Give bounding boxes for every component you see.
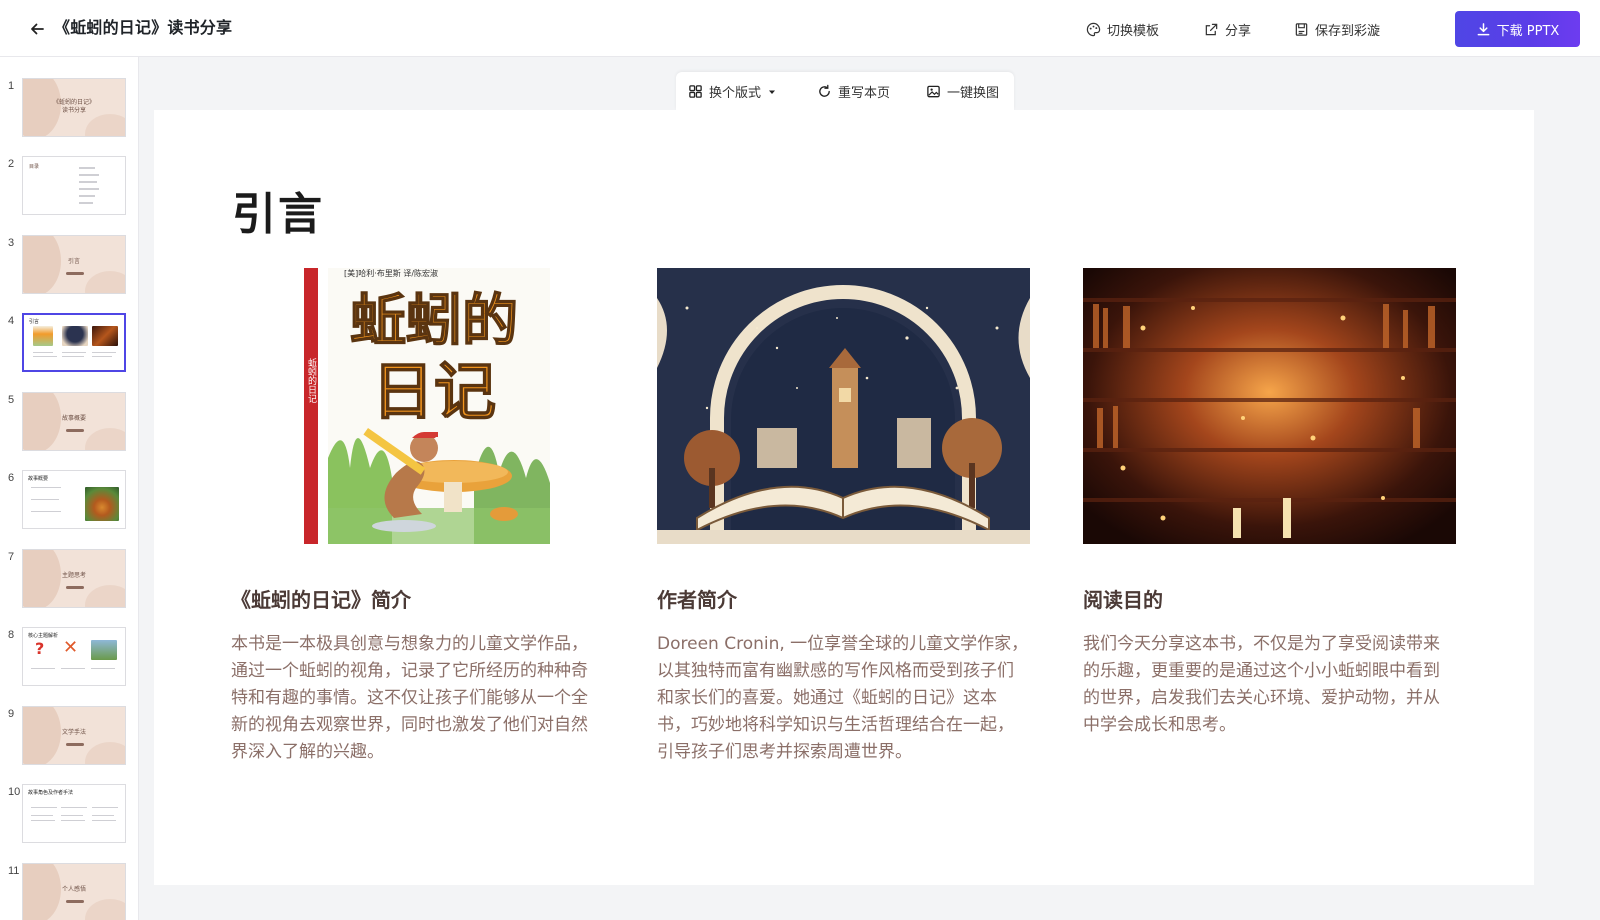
slide-thumbnail-row[interactable]: 6 故事概要 — [0, 468, 138, 538]
image-icon — [927, 85, 940, 98]
slide-thumbnail[interactable]: 核心主题解析 ? ✕ — [22, 627, 126, 686]
download-pptx-button[interactable]: 下载 PPTX — [1455, 11, 1580, 47]
slide-number: 8 — [8, 629, 15, 641]
slide-number: 5 — [8, 394, 15, 406]
slide-number: 10 — [8, 786, 21, 798]
slide-thumbnail[interactable]: 故事概要 — [22, 470, 126, 529]
slide-thumbnail[interactable]: 故事角色及作者手法 — [22, 784, 126, 843]
card-body-intro[interactable]: 本书是一本极具创意与想象力的儿童文学作品，通过一个蚯蚓的视角，记录了它所经历的种… — [231, 631, 603, 766]
thumbnail-text: 引言 — [67, 258, 80, 265]
top-bar: 《蚯蚓的日记》读书分享 切换模板 分享 保存到彩漩 下载 PPTX — [0, 0, 1600, 57]
slide-thumbnail[interactable]: 个人感悟 — [22, 863, 126, 920]
change-layout-button[interactable]: 换个版式 — [688, 82, 777, 101]
download-label: 下载 PPTX — [1496, 23, 1560, 39]
thumbnail-text: 引言 — [29, 319, 40, 325]
thumbnail-text: 主题思考 — [61, 572, 86, 579]
save-icon — [1295, 22, 1308, 36]
slide-thumbnail-row[interactable]: 7 主题思考 — [0, 547, 138, 617]
save-button[interactable]: 保存到彩漩 — [1294, 18, 1380, 40]
book-spine-text: 蚯蚓的日记 — [306, 358, 317, 403]
slide-number: 3 — [8, 237, 15, 249]
slide-thumbnail[interactable]: 文学手法 — [22, 706, 126, 765]
save-label: 保存到彩漩 — [1315, 23, 1381, 39]
slide-thumbnail-panel[interactable]: 1 《蚯蚓的日记》 读书分享 2 目录 3 引言 4 引言 5 故事概要 6 故… — [0, 57, 139, 920]
change-layout-label: 换个版式 — [709, 86, 762, 101]
slide-thumbnail[interactable]: 《蚯蚓的日记》 读书分享 — [22, 78, 126, 137]
replace-image-label: 一键换图 — [947, 86, 1000, 101]
rewrite-page-button[interactable]: 重写本页 — [817, 82, 890, 101]
switch-template-label: 切换模板 — [1107, 23, 1160, 39]
card-body-purpose[interactable]: 我们今天分享这本书，不仅是为了享受阅读带来的乐趣，更重要的是通过这个小小蚯蚓眼中… — [1083, 631, 1455, 739]
card-heading-intro[interactable]: 《蚯蚓的日记》简介 — [231, 584, 411, 613]
rewrite-page-label: 重写本页 — [838, 86, 891, 101]
slide-thumbnail-row[interactable]: 11 个人感悟 — [0, 861, 138, 920]
download-icon — [1477, 22, 1490, 35]
slide-thumbnail-active[interactable]: 引言 — [22, 313, 126, 372]
book-title-line2: 日记 — [372, 355, 496, 428]
card-heading-purpose[interactable]: 阅读目的 — [1083, 584, 1163, 613]
slide-thumbnail-row[interactable]: 3 引言 — [0, 233, 138, 303]
slide-number: 1 — [8, 80, 15, 92]
document-title: 《蚯蚓的日记》读书分享 — [54, 18, 233, 37]
slide-thumbnail[interactable]: 引言 — [22, 235, 126, 294]
palette-icon — [1086, 22, 1101, 36]
thumbnail-text: 《蚯蚓的日记》 读书分享 — [52, 99, 95, 114]
slide-thumbnail[interactable]: 目录 — [22, 156, 126, 215]
slide-thumbnail[interactable]: 故事概要 — [22, 392, 126, 451]
slide-thumbnail-row[interactable]: 2 目录 — [0, 154, 138, 224]
card-heading-author[interactable]: 作者简介 — [657, 584, 737, 613]
thumbnail-text: 故事角色及作者手法 — [28, 790, 74, 796]
card-body-author[interactable]: Doreen Cronin, 一位享誉全球的儿童文学作家，以其独特而富有幽默感的… — [657, 631, 1029, 766]
slide-number: 7 — [8, 551, 15, 563]
thumbnail-text: 故事概要 — [28, 476, 49, 482]
slide-canvas[interactable]: 引言 蚯蚓的日记 [美]哈利·布里斯 译/陈宏淑 蚯蚓的 日记 《蚯蚓的日记》简… — [154, 110, 1534, 885]
slide-number: 11 — [8, 865, 20, 877]
slide-thumbnail[interactable]: 主题思考 — [22, 549, 126, 608]
replace-image-button[interactable]: 一键换图 — [926, 82, 999, 101]
back-arrow-icon[interactable] — [26, 18, 48, 40]
caret-down-icon — [769, 90, 776, 94]
slide-thumbnail-row[interactable]: 9 文学手法 — [0, 704, 138, 774]
slide-thumbnail-row[interactable]: 5 故事概要 — [0, 390, 138, 460]
slide-thumbnail-row[interactable]: 8 核心主题解析 ? ✕ — [0, 625, 138, 695]
thumbnail-text: 文学手法 — [61, 729, 86, 736]
slide-number: 2 — [8, 158, 15, 170]
thumbnail-text: 目录 — [29, 164, 40, 170]
switch-template-button[interactable]: 切换模板 — [1086, 18, 1159, 40]
book-cover-image[interactable]: 蚯蚓的日记 [美]哈利·布里斯 译/陈宏淑 蚯蚓的 日记 — [304, 268, 550, 544]
slide-thumbnail-row[interactable]: 1 《蚯蚓的日记》 读书分享 — [0, 76, 138, 146]
layout-icon — [689, 85, 702, 98]
share-icon — [1205, 23, 1218, 35]
slide-thumbnail-row[interactable]: 10 故事角色及作者手法 — [0, 782, 138, 852]
book-credit-text: [美]哈利·布里斯 译/陈宏淑 — [344, 268, 438, 278]
night-sky-book-image[interactable] — [657, 268, 1030, 544]
slide-number: 9 — [8, 708, 15, 720]
rewrite-icon — [819, 84, 830, 97]
slide-title[interactable]: 引言 — [232, 178, 324, 242]
book-title-line1: 蚯蚓的 — [350, 289, 518, 354]
share-button[interactable]: 分享 — [1204, 18, 1251, 40]
slide-toolbar: 换个版式 重写本页 一键换图 — [676, 72, 1014, 110]
slide-number: 4 — [8, 315, 15, 327]
slide-number: 6 — [8, 472, 15, 484]
thumbnail-text: 个人感悟 — [61, 886, 86, 893]
thumbnail-text: 故事概要 — [61, 415, 86, 422]
share-label: 分享 — [1225, 23, 1252, 39]
slide-thumbnail-row[interactable]: 4 引言 — [0, 311, 138, 381]
library-image[interactable] — [1083, 268, 1456, 544]
